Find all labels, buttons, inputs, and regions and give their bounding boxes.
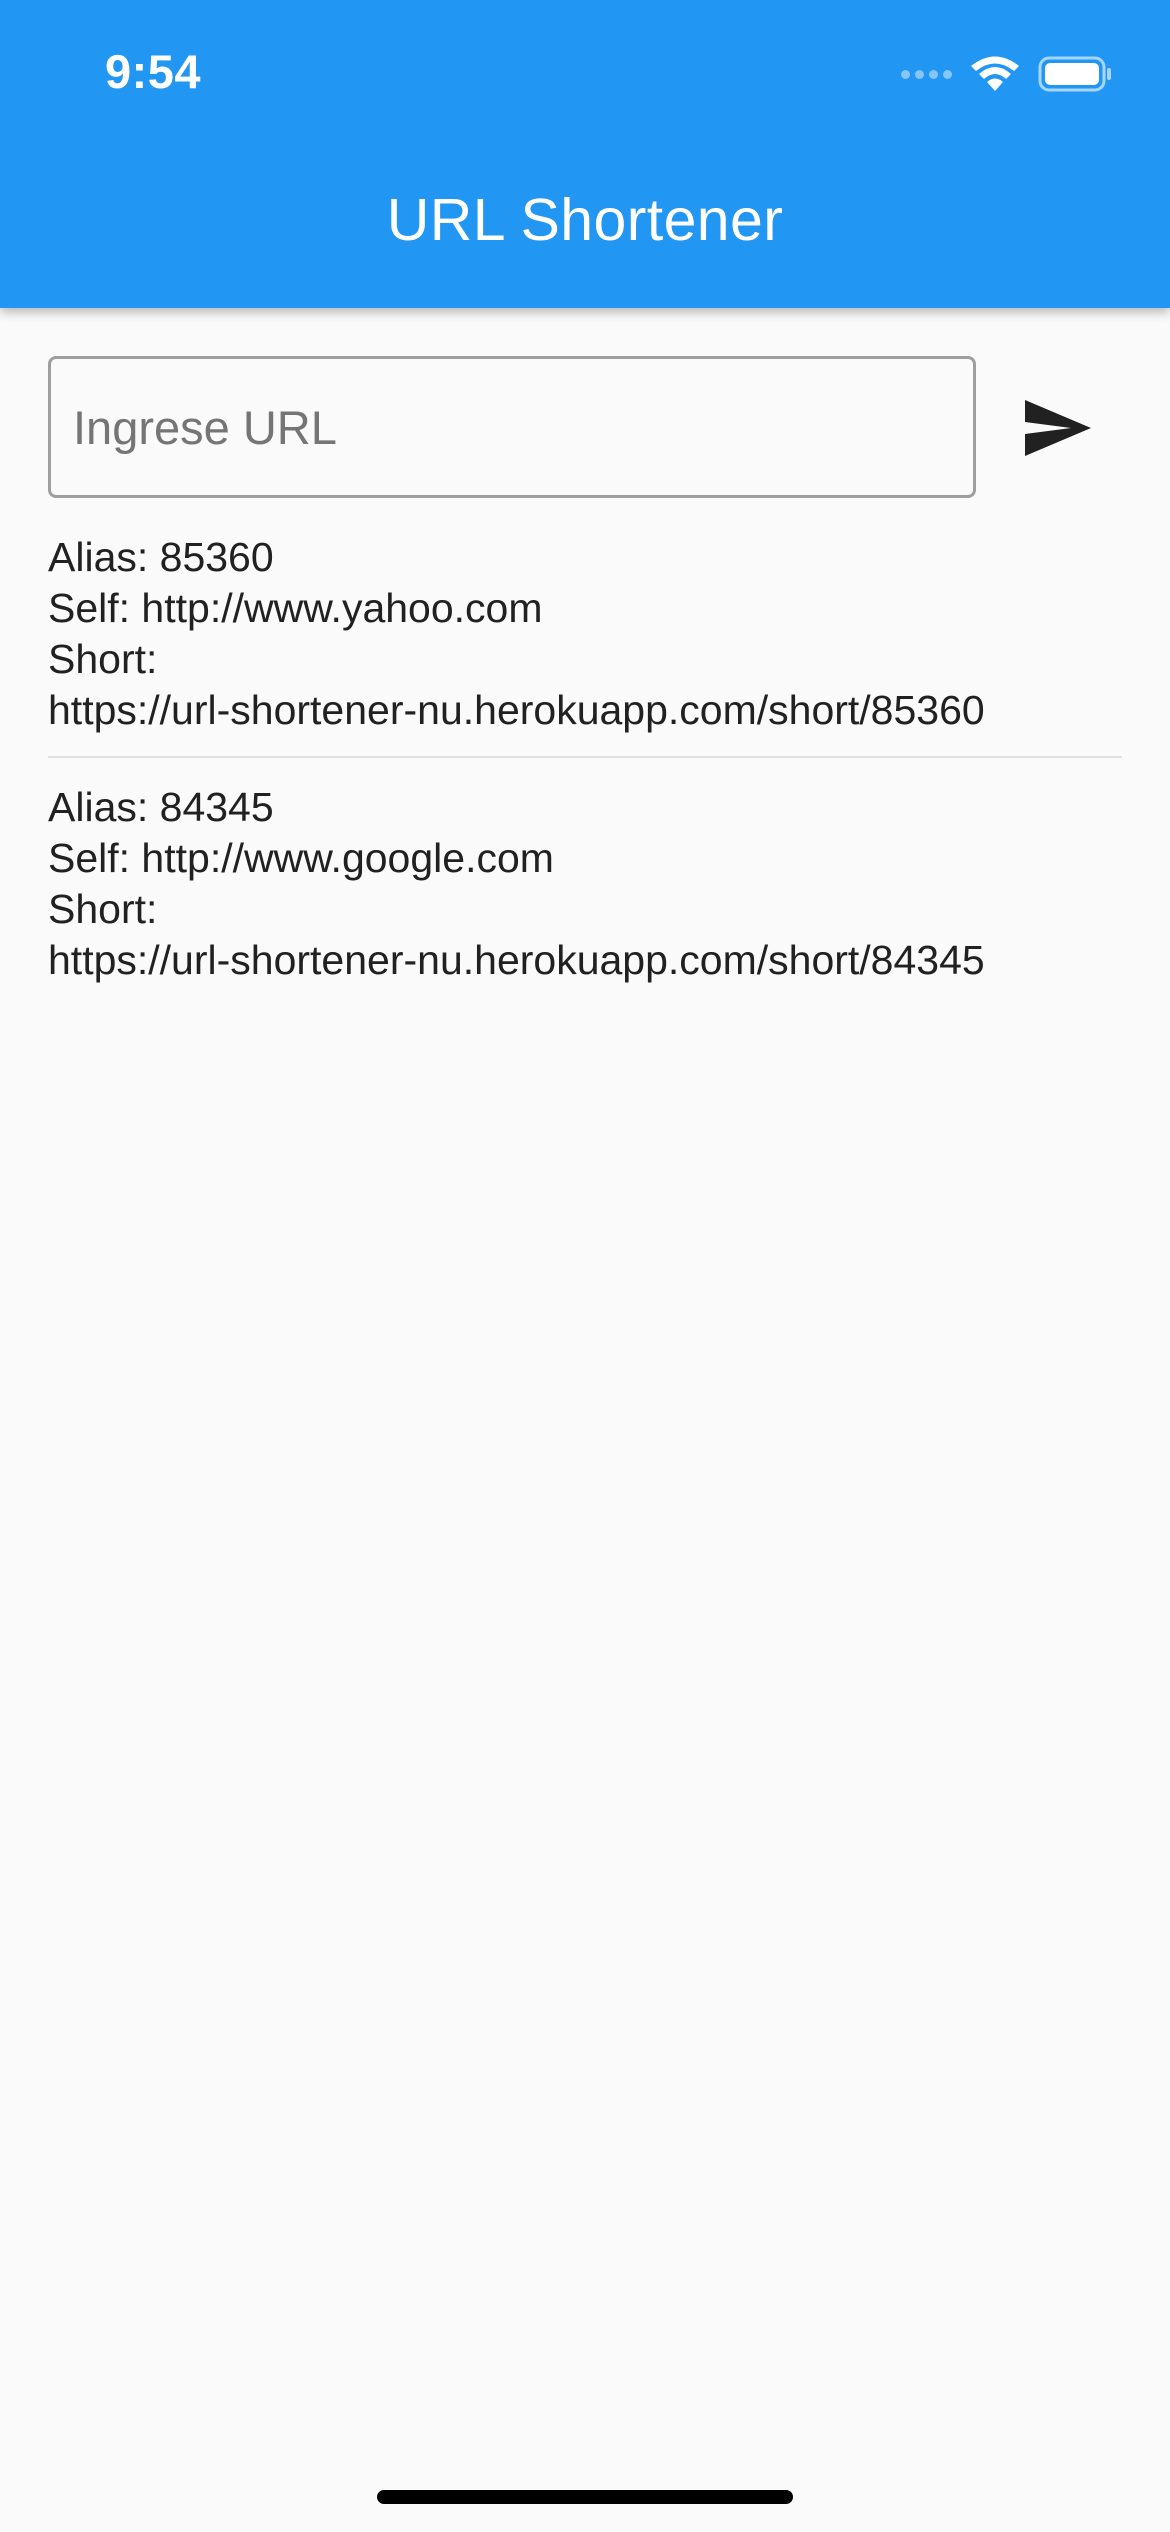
url-form [48,356,1122,500]
short-url-text: https://url-shortener-nu.herokuapp.com/s… [48,687,985,733]
shortened-url-list: Alias: 85360 Self: http://www.yahoo.com … [48,532,1122,1006]
send-icon [1025,400,1091,456]
cellular-signal-icon [901,69,952,79]
send-button[interactable] [1008,378,1108,478]
battery-icon [1038,56,1111,92]
short-url-text: https://url-shortener-nu.herokuapp.com/s… [48,937,985,983]
list-item[interactable]: Alias: 84345 Self: http://www.google.com… [48,758,1122,1006]
home-indicator[interactable] [377,2490,793,2504]
self-url-text: Self: http://www.google.com [48,835,554,881]
status-time: 9:54 [105,45,202,98]
page-title: URL Shortener [386,187,784,253]
app-screen: 9:54 URL Shortener Ingrese URL Alias: 85… [0,0,1170,2532]
status-icons [901,52,1114,96]
list-item[interactable]: Alias: 85360 Self: http://www.yahoo.com … [48,532,1122,758]
wifi-icon [971,56,1019,91]
url-input[interactable] [48,356,976,498]
short-label: Short: [48,886,158,932]
self-url-text: Self: http://www.yahoo.com [48,585,543,631]
alias-text: Alias: 85360 [48,534,274,580]
short-label: Short: [48,636,158,682]
app-bar: 9:54 URL Shortener [0,0,1170,308]
alias-text: Alias: 84345 [48,784,274,830]
